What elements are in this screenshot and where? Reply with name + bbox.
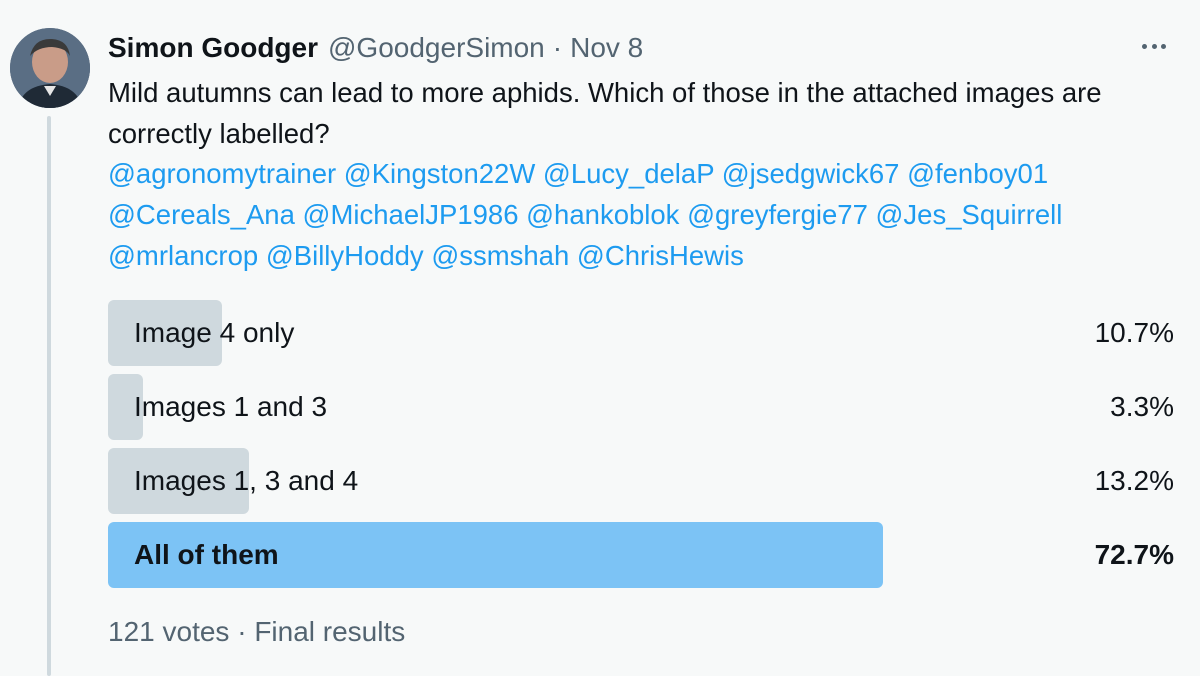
author-name[interactable]: Simon Goodger xyxy=(108,32,318,64)
poll-option: All of them 72.7% xyxy=(108,522,1174,588)
mention-link[interactable]: @hankoblok xyxy=(526,199,679,230)
poll-option-percent: 3.3% xyxy=(1110,391,1174,422)
poll-option-label: All of them xyxy=(134,539,279,570)
mention-link[interactable]: @BillyHoddy xyxy=(266,240,424,271)
thread-line xyxy=(47,116,51,676)
poll-votes: 121 votes xyxy=(108,616,230,647)
avatar[interactable] xyxy=(10,28,90,108)
more-dot xyxy=(1151,43,1157,49)
more-dot xyxy=(1142,43,1147,49)
mention-link[interactable]: @Cereals_Ana xyxy=(108,199,295,230)
poll-option-percent: 10.7% xyxy=(1094,317,1174,348)
mention-link[interactable]: @fenboy01 xyxy=(907,158,1048,189)
poll-option: Images 1, 3 and 4 13.2% xyxy=(108,448,1174,514)
mention-link[interactable]: @ssmshah xyxy=(431,240,569,271)
header-separator: · xyxy=(552,32,563,63)
tweet-text: Mild autumns can lead to more aphids. Wh… xyxy=(108,77,1102,149)
tweet-date[interactable]: Nov 8 xyxy=(570,32,643,64)
footer-separator: · xyxy=(237,616,247,647)
poll-footer: 121 votes · Final results xyxy=(108,616,405,648)
mention-link[interactable]: @Kingston22W xyxy=(344,158,535,189)
tweet-mentions: @agronomytrainer @Kingston22W @Lucy_dela… xyxy=(108,153,1178,276)
mention-link[interactable]: @mrlancrop xyxy=(108,240,258,271)
mention-link[interactable]: @Lucy_delaP xyxy=(543,158,714,189)
mention-link[interactable]: @MichaelJP1986 xyxy=(303,199,519,230)
avatar-photo xyxy=(10,28,90,108)
author-handle[interactable]: @GoodgerSimon xyxy=(328,32,545,64)
poll-option-label: Images 1 and 3 xyxy=(134,391,328,422)
mention-link[interactable]: @ChrisHewis xyxy=(577,240,744,271)
poll-option-percent: 13.2% xyxy=(1094,465,1174,496)
more-horizontal-icon[interactable] xyxy=(1136,34,1172,58)
poll-option-percent: 72.7% xyxy=(1094,539,1174,570)
poll-option-label: Image 4 only xyxy=(134,317,295,348)
poll-option-label: Images 1, 3 and 4 xyxy=(134,465,359,496)
mention-link[interactable]: @greyfergie77 xyxy=(687,199,868,230)
poll-option: Images 1 and 3 3.3% xyxy=(108,374,1174,440)
poll-option: Image 4 only 10.7% xyxy=(108,300,1174,366)
more-dot xyxy=(1161,43,1166,49)
tweet-header: Simon Goodger @GoodgerSimon · Nov 8 xyxy=(108,30,643,66)
mention-link[interactable]: @jsedgwick67 xyxy=(722,158,900,189)
mention-link[interactable]: @agronomytrainer xyxy=(108,158,336,189)
poll-status: Final results xyxy=(254,616,406,647)
poll: Image 4 only 10.7% Images 1 and 3 3.3% Image… xyxy=(108,300,1174,596)
mention-link[interactable]: @Jes_Squirrell xyxy=(876,199,1063,230)
